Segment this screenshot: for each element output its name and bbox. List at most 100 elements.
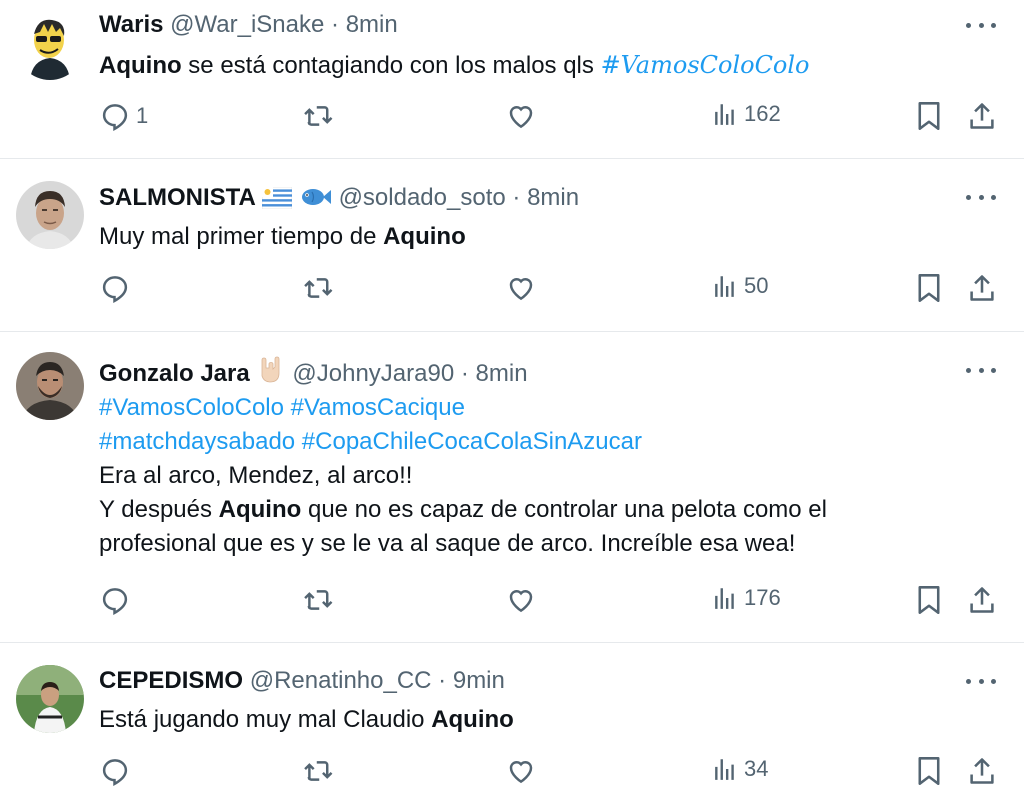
views-button[interactable]: 162 <box>712 101 781 127</box>
separator: · <box>331 11 340 38</box>
retweet-icon <box>304 590 333 610</box>
display-name[interactable]: Gonzalo Jara <box>99 360 250 387</box>
bookmark-icon <box>918 586 940 614</box>
user-handle[interactable]: @JohnyJara90 <box>292 360 454 387</box>
fish-icon <box>298 185 332 217</box>
reply-button[interactable]: 1 <box>100 101 148 131</box>
share-icon <box>970 275 994 301</box>
share-button[interactable] <box>968 585 996 615</box>
tweet-text-segment: Está jugando muy mal Claudio <box>99 706 432 733</box>
tweet[interactable]: CEPEDISMO @Renatinho_CC · 9min Está juga… <box>0 643 1024 800</box>
avatar[interactable] <box>16 181 84 249</box>
avatar[interactable] <box>16 12 84 80</box>
action-bar: 34 <box>0 756 1024 796</box>
retweet-button[interactable] <box>302 756 334 786</box>
display-name[interactable]: Waris <box>99 11 163 38</box>
bookmark-button[interactable] <box>916 756 942 786</box>
views-icon <box>715 276 734 297</box>
display-name[interactable]: SALMONISTA <box>99 184 256 211</box>
bookmark-button[interactable] <box>916 585 942 615</box>
share-button[interactable] <box>968 756 996 786</box>
avatar-image <box>16 181 84 249</box>
share-button[interactable] <box>968 273 996 303</box>
reply-button[interactable] <box>100 756 130 786</box>
timestamp[interactable]: 9min <box>453 667 505 694</box>
tweet[interactable]: SALMONISTA @soldado_soto · 8min Muy mal … <box>0 159 1024 331</box>
like-button[interactable] <box>506 101 536 131</box>
tweet-text: Está jugando muy mal Claudio Aquino <box>99 703 959 737</box>
views-count: 176 <box>744 585 781 610</box>
views-count: 162 <box>744 101 781 126</box>
timestamp[interactable]: 8min <box>346 11 398 38</box>
tweet[interactable]: Gonzalo Jara @JohnyJara90 · 8min #VamosC… <box>0 332 1024 642</box>
views-button[interactable]: 50 <box>712 273 768 299</box>
tweet-text-segment: Muy mal primer tiempo de <box>99 223 384 250</box>
share-icon <box>970 758 994 784</box>
views-icon <box>715 588 734 609</box>
like-button[interactable] <box>506 756 536 786</box>
like-button[interactable] <box>506 273 536 303</box>
separator: · <box>438 667 447 694</box>
more-icon[interactable] <box>966 671 996 691</box>
heart-icon <box>509 761 533 784</box>
avatar[interactable] <box>16 665 84 733</box>
tweet[interactable]: Waris @War_iSnake · 8min Aquino se está … <box>0 0 1024 158</box>
avatar-image <box>16 665 84 733</box>
separator: · <box>460 360 469 387</box>
retweet-icon <box>304 106 333 126</box>
display-name[interactable]: CEPEDISMO <box>99 667 243 694</box>
action-bar: 1 162 <box>0 101 1024 141</box>
separator: · <box>512 184 521 211</box>
avatar-image <box>16 352 84 420</box>
tweet-text-segment: se está contagiando con los malos qls <box>181 52 601 79</box>
tweet-text-segment: que no es capaz de controlar una pelota … <box>301 496 827 523</box>
bold-mention: Aquino <box>383 223 466 250</box>
action-bar: 176 <box>0 585 1024 625</box>
more-icon[interactable] <box>966 15 996 35</box>
tweet-text: Muy mal primer tiempo de Aquino <box>99 220 959 254</box>
reply-icon <box>102 759 128 786</box>
avatar-image <box>16 12 84 80</box>
retweet-button[interactable] <box>302 273 334 303</box>
share-button[interactable] <box>968 101 996 131</box>
tweet-text: #VamosColoColo #VamosCacique #matchdaysa… <box>99 391 959 561</box>
tweet-header: CEPEDISMO @Renatinho_CC · 9min <box>99 666 505 696</box>
more-icon[interactable] <box>966 360 996 380</box>
share-icon <box>970 103 994 129</box>
action-bar: 50 <box>0 273 1024 313</box>
tweet-header: SALMONISTA @soldado_soto · 8min <box>99 183 579 217</box>
tweet-text: Aquino se está contagiando con los malos… <box>99 48 959 83</box>
heart-icon <box>509 278 533 301</box>
hashtag-link[interactable]: #VamosColoColo #VamosCacique <box>99 391 959 425</box>
bookmark-button[interactable] <box>916 273 942 303</box>
like-button[interactable] <box>506 585 536 615</box>
bookmark-button[interactable] <box>916 101 942 131</box>
timestamp[interactable]: 8min <box>527 184 579 211</box>
views-button[interactable]: 176 <box>712 585 781 611</box>
share-icon <box>970 587 994 613</box>
retweet-button[interactable] <box>302 101 334 131</box>
views-count: 50 <box>744 273 769 298</box>
user-handle[interactable]: @War_iSnake <box>170 11 324 38</box>
hashtag-link[interactable]: #VamosColoColo <box>601 51 810 79</box>
tweet-header: Gonzalo Jara @JohnyJara90 · 8min <box>99 355 528 393</box>
tweet-header: Waris @War_iSnake · 8min <box>99 10 398 40</box>
user-handle[interactable]: @Renatinho_CC <box>250 667 432 694</box>
avatar[interactable] <box>16 352 84 420</box>
reply-button[interactable] <box>100 585 130 615</box>
user-handle[interactable]: @soldado_soto <box>339 184 506 211</box>
bold-mention: Aquino <box>218 496 302 523</box>
views-icon <box>715 759 734 780</box>
retweet-button[interactable] <box>302 585 334 615</box>
reply-icon <box>102 276 128 303</box>
bookmark-icon <box>918 102 940 130</box>
more-icon[interactable] <box>966 187 996 207</box>
hashtag-link[interactable]: #matchdaysabado #CopaChileCocaColaSinAzu… <box>99 425 959 459</box>
views-button[interactable]: 34 <box>712 756 768 782</box>
timestamp[interactable]: 8min <box>476 360 528 387</box>
rock-hand-icon <box>256 355 286 393</box>
reply-button[interactable] <box>100 273 130 303</box>
uruguay-flag-icon <box>261 186 293 217</box>
retweet-icon <box>304 278 333 298</box>
views-count: 34 <box>744 756 769 781</box>
